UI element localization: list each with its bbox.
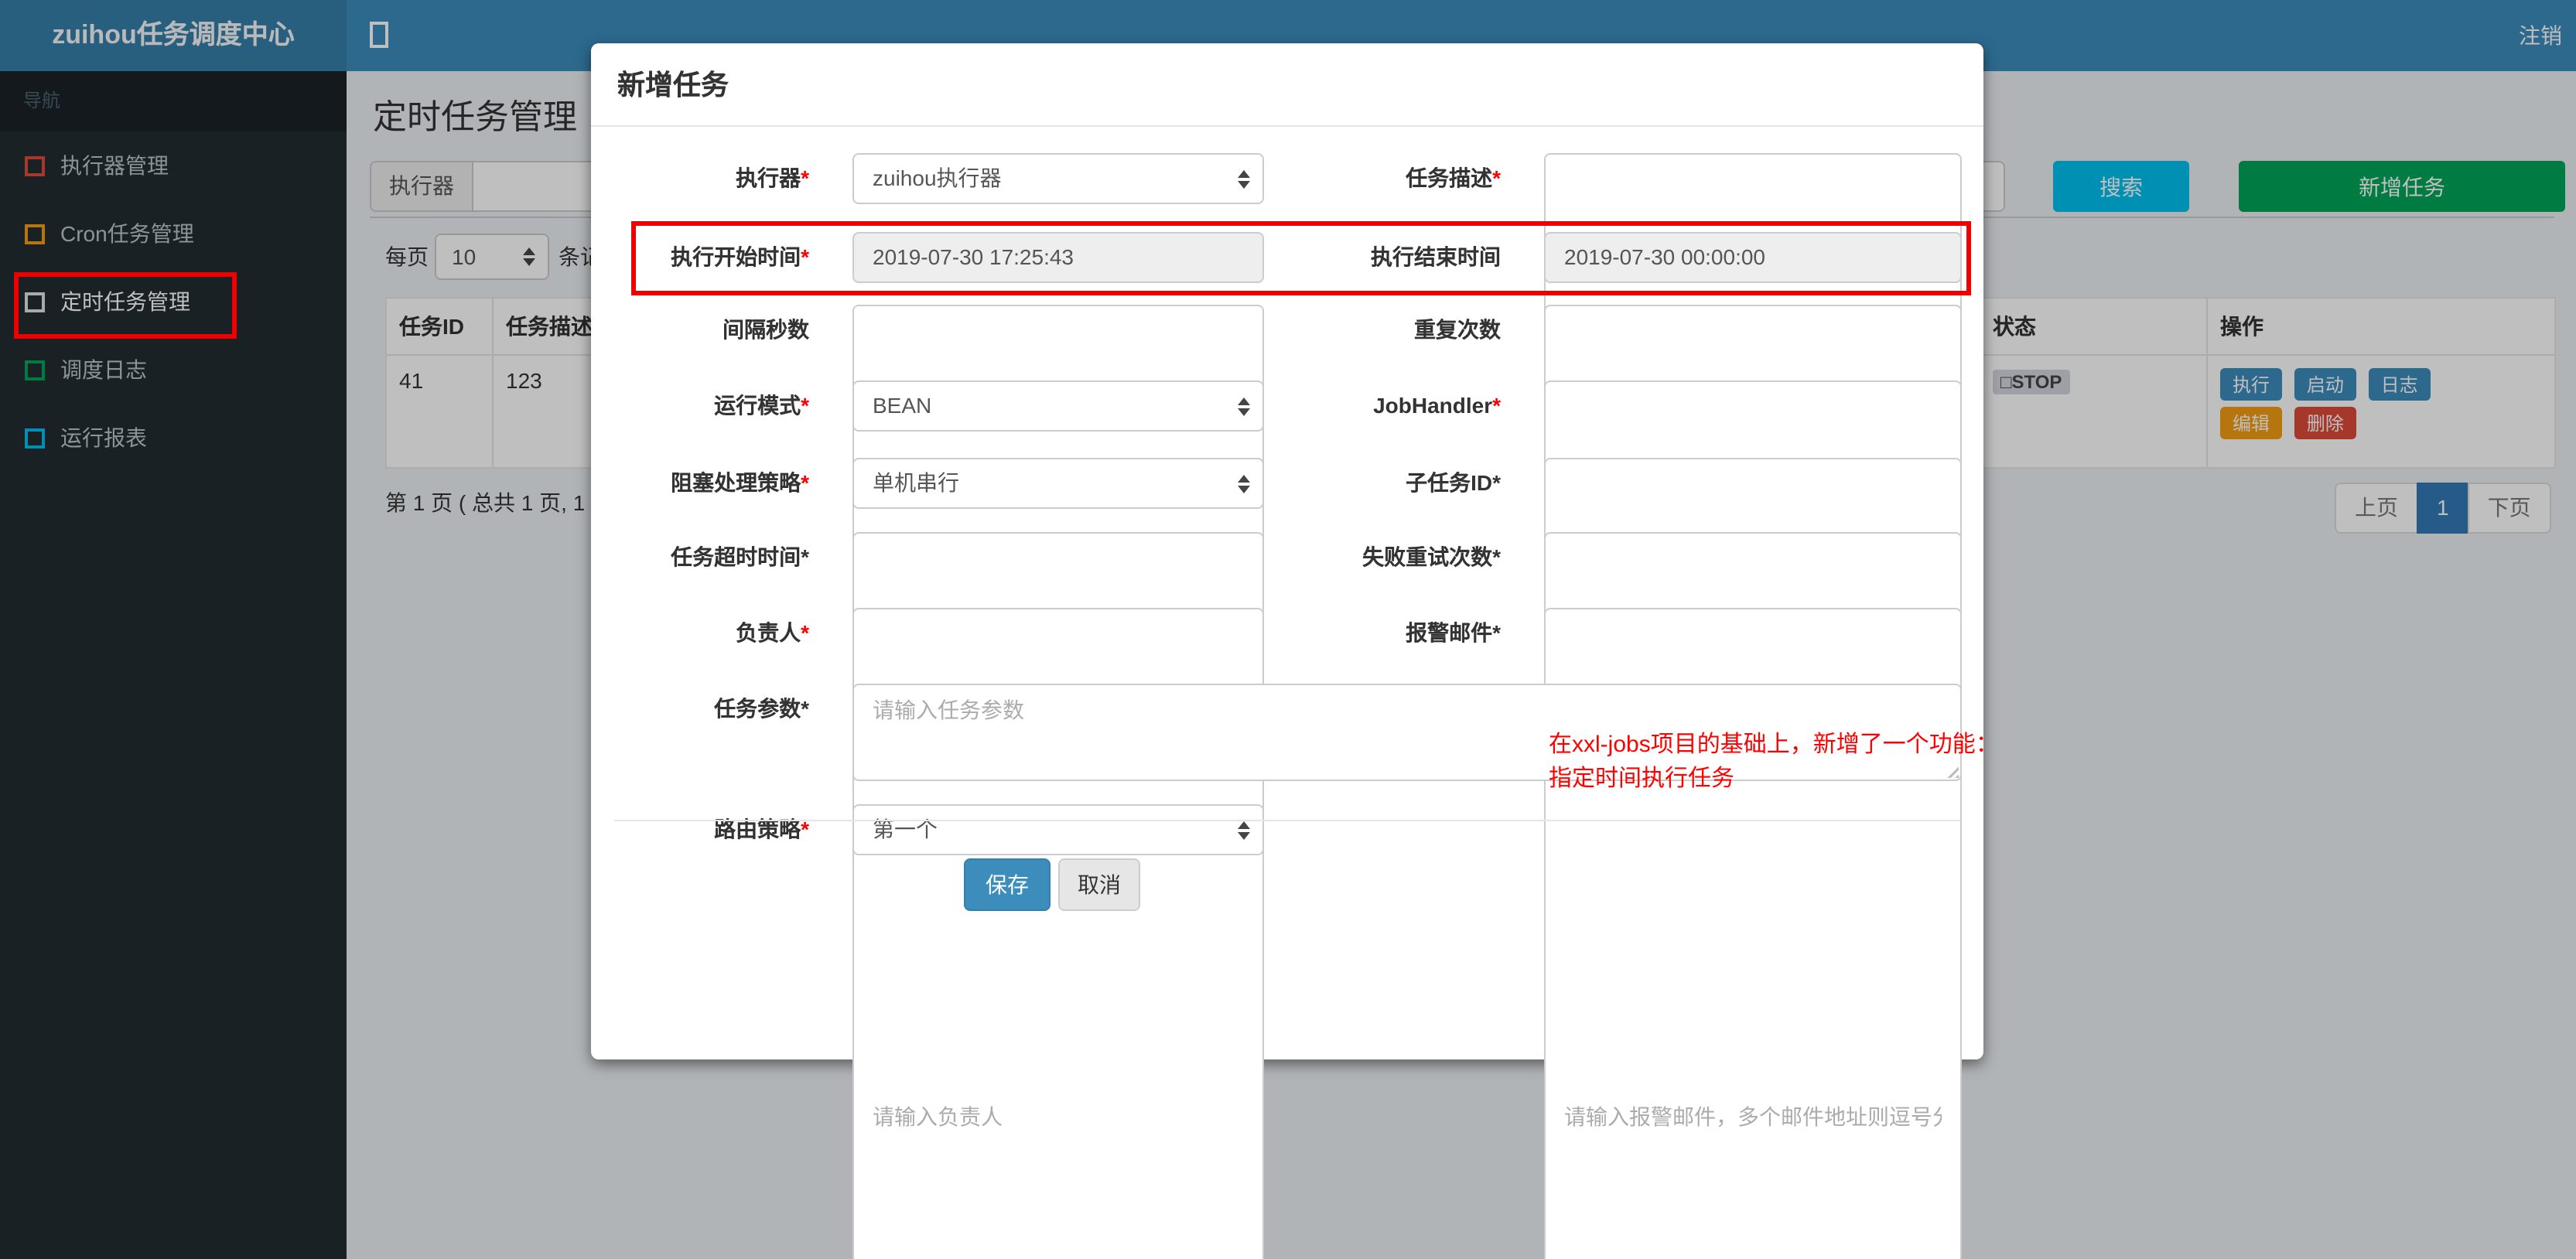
start-time-label: 执行开始时间* — [671, 244, 809, 269]
app-root: zuihou任务调度中心 注销 导航 执行器管理 Cron任务管理 定时任务管理… — [0, 0, 2576, 1259]
required-star: * — [1492, 470, 1501, 495]
required-star: * — [1492, 544, 1501, 569]
child-job-label: 子任务ID* — [1406, 470, 1501, 495]
end-time-input[interactable]: 2019-07-30 00:00:00 — [1544, 232, 1962, 283]
add-task-modal: 新增任务 执行器* zuihou执行器 任务描述* 执行开始时间* 2019-0… — [591, 43, 1999, 1259]
modal-title: 新增任务 — [617, 70, 729, 101]
modal-footer-divider — [614, 820, 1960, 821]
required-star: * — [801, 165, 809, 190]
executor-label: 执行器* — [736, 165, 809, 190]
start-time-input[interactable]: 2019-07-30 17:25:43 — [852, 232, 1264, 283]
required-star: * — [1492, 393, 1501, 418]
repeat-count-label: 重复次数 — [1414, 317, 1501, 342]
jobhandler-label: JobHandler* — [1373, 393, 1501, 418]
required-star: * — [801, 470, 809, 495]
owner-label: 负责人* — [736, 620, 809, 645]
retry-count-label: 失败重试次数* — [1362, 544, 1501, 569]
executor-select[interactable]: zuihou执行器 — [852, 153, 1264, 204]
run-mode-select[interactable]: BEAN — [852, 380, 1264, 432]
job-desc-label: 任务描述* — [1406, 165, 1501, 190]
required-star: * — [801, 393, 809, 418]
run-mode-label: 运行模式* — [714, 393, 809, 418]
required-star: * — [801, 620, 809, 645]
required-star: * — [801, 544, 809, 569]
required-star: * — [801, 244, 809, 269]
feature-note-line2: 指定时间执行任务 — [1549, 766, 1735, 792]
feature-note-line1: 在xxl-jobs项目的基础上，新增了一个功能： — [1549, 732, 1999, 758]
required-star: * — [801, 696, 809, 721]
block-strategy-select[interactable]: 单机串行 — [852, 458, 1264, 509]
block-strategy-label: 阻塞处理策略* — [671, 470, 809, 495]
required-star: * — [1492, 165, 1501, 190]
end-time-label: 执行结束时间 — [1371, 244, 1501, 269]
save-button[interactable]: 保存 — [964, 858, 1051, 911]
timeout-label: 任务超时时间* — [671, 544, 809, 569]
required-star: * — [1492, 620, 1501, 645]
cancel-button[interactable]: 取消 — [1058, 858, 1140, 911]
route-strategy-label: 路由策略* — [714, 817, 809, 841]
feature-note: 在xxl-jobs项目的基础上，新增了一个功能： 指定时间执行任务 — [1549, 728, 2013, 797]
alarm-email-label: 报警邮件* — [1406, 620, 1501, 645]
modal-header: 新增任务 — [591, 43, 1983, 127]
interval-label: 间隔秒数 — [723, 317, 809, 342]
job-param-label: 任务参数* — [714, 696, 809, 721]
route-strategy-select[interactable]: 第一个 — [852, 804, 1264, 855]
select-arrows-icon — [1238, 821, 1250, 839]
